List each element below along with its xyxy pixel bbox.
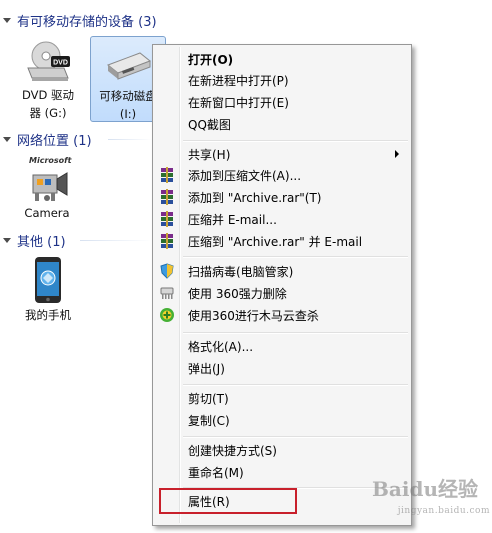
- group-title: 其他 (1): [17, 234, 66, 250]
- watermark-sub: jingyan.baidu.com: [397, 506, 490, 516]
- group-divider: [108, 139, 152, 140]
- menu-item-open-new-window[interactable]: 在新窗口中打开(E): [155, 91, 409, 113]
- menu-item-scan-virus[interactable]: 扫描病毒(电脑管家): [155, 260, 409, 282]
- menu-item-rename[interactable]: 重命名(M): [155, 461, 409, 483]
- menu-item-trojan-scan-360[interactable]: 使用360进行木马云查杀: [155, 304, 409, 326]
- winrar-icon: [155, 186, 179, 208]
- menu-item-add-to-archive-rar[interactable]: 添加到 "Archive.rar"(T): [155, 186, 409, 208]
- phone-item[interactable]: 我的手机: [15, 256, 81, 324]
- menu-separator: [183, 436, 408, 438]
- group-divider: [80, 240, 152, 241]
- phone-icon: [24, 256, 72, 304]
- phone-label: 我的手机: [25, 308, 71, 322]
- menu-item-share[interactable]: 共享(H): [155, 143, 409, 165]
- collapse-arrow-icon[interactable]: [3, 237, 11, 243]
- camera-icon: Microsoft: [23, 156, 71, 204]
- group-header-removable[interactable]: 有可移动存储的设备 (3): [0, 10, 157, 30]
- submenu-arrow-icon: [395, 150, 399, 158]
- menu-item-eject[interactable]: 弹出(J): [155, 357, 409, 379]
- menu-item-compress-email[interactable]: 压缩并 E-mail...: [155, 208, 409, 230]
- menu-item-add-to-archive[interactable]: 添加到压缩文件(A)...: [155, 164, 409, 186]
- camera-brand: Microsoft: [29, 156, 72, 165]
- menu-item-compress-rar-email[interactable]: 压缩到 "Archive.rar" 并 E-mail: [155, 230, 409, 252]
- winrar-icon: [155, 230, 179, 252]
- winrar-icon: [155, 164, 179, 186]
- collapse-arrow-icon[interactable]: [3, 136, 11, 142]
- winrar-icon: [155, 208, 179, 230]
- shredder-icon: [155, 282, 179, 304]
- menu-separator: [183, 256, 408, 258]
- removable-disk-icon: [104, 39, 152, 87]
- dvd-drive-item[interactable]: DVD DVD 驱动 器 (G:): [15, 38, 81, 122]
- menu-item-qq-screenshot[interactable]: QQ截图: [155, 113, 409, 135]
- context-menu: 打开(O) 在新进程中打开(P) 在新窗口中打开(E) QQ截图 共享(H) 添…: [152, 44, 412, 526]
- menu-item-force-delete-360[interactable]: 使用 360强力删除: [155, 282, 409, 304]
- menu-separator: [183, 332, 408, 334]
- camera-item[interactable]: Microsoft Camera: [14, 156, 80, 222]
- baidu-watermark: Baidu经验 jingyan.baidu.com: [372, 478, 490, 518]
- menu-item-open[interactable]: 打开(O): [155, 48, 409, 70]
- group-title: 有可移动存储的设备 (3): [17, 14, 157, 30]
- collapse-arrow-icon[interactable]: [3, 17, 11, 23]
- menu-separator: [183, 140, 408, 142]
- menu-item-cut[interactable]: 剪切(T): [155, 387, 409, 409]
- menu-item-format[interactable]: 格式化(A)...: [155, 335, 409, 357]
- menu-item-create-shortcut[interactable]: 创建快捷方式(S): [155, 439, 409, 461]
- dvd-drive-icon: DVD: [24, 38, 72, 86]
- group-title: 网络位置 (1): [17, 133, 92, 149]
- dvd-badge: DVD: [53, 60, 68, 67]
- dvd-drive-label-line1: DVD 驱动: [21, 88, 75, 102]
- dvd-drive-label-line2: 器 (G:): [29, 106, 67, 120]
- menu-item-open-new-process[interactable]: 在新进程中打开(P): [155, 69, 409, 91]
- highlight-box: [159, 488, 297, 514]
- 360-plus-icon: [155, 304, 179, 326]
- watermark-main: Baidu经验: [372, 477, 478, 501]
- menu-item-copy[interactable]: 复制(C): [155, 409, 409, 431]
- menu-separator: [183, 384, 408, 386]
- shield-icon: [155, 260, 179, 282]
